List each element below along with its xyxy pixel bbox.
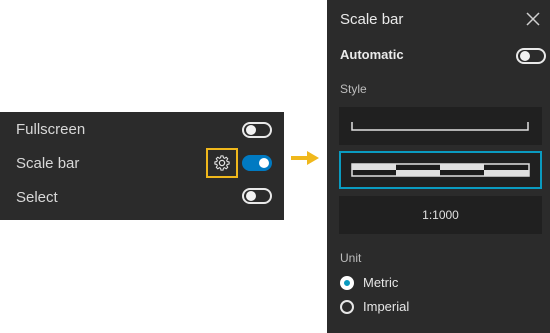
metric-label: Metric	[363, 275, 399, 290]
unit-option-metric[interactable]: Metric	[340, 275, 398, 290]
line-scale-bar-preview	[351, 122, 529, 131]
gear-icon	[214, 155, 230, 171]
widget-list-panel: Fullscreen Scale bar Select	[0, 112, 284, 220]
style-option-ratio[interactable]: 1:1000	[339, 196, 542, 234]
select-toggle[interactable]	[242, 188, 272, 204]
metric-radio[interactable]	[340, 275, 354, 290]
list-row-fullscreen: Fullscreen	[0, 113, 284, 145]
scale-bar-label: Scale bar	[16, 154, 80, 172]
panel-title: Scale bar	[340, 11, 404, 28]
close-icon[interactable]	[524, 10, 542, 28]
alternating-scale-bar-preview	[351, 163, 530, 177]
imperial-radio[interactable]	[340, 299, 354, 314]
unit-option-imperial[interactable]: Imperial	[340, 299, 409, 314]
unit-label: Unit	[340, 251, 362, 265]
scale-bar-settings-panel: Scale bar Automatic Style 1:1000 Unit Me…	[327, 0, 550, 333]
fullscreen-label: Fullscreen	[16, 120, 86, 138]
fullscreen-toggle[interactable]	[242, 122, 272, 138]
style-label: Style	[340, 82, 367, 96]
imperial-label: Imperial	[363, 299, 410, 314]
style-option-line[interactable]	[339, 107, 542, 145]
scale-bar-settings-button[interactable]	[206, 148, 238, 178]
ratio-text: 1:1000	[422, 208, 459, 222]
automatic-label: Automatic	[340, 47, 404, 62]
arrow-right-icon	[291, 151, 319, 165]
scale-bar-toggle[interactable]	[242, 155, 272, 171]
style-option-alternating[interactable]	[339, 151, 542, 189]
list-row-scale-bar: Scale bar	[0, 147, 284, 179]
automatic-toggle[interactable]	[516, 48, 546, 64]
select-label: Select	[16, 188, 58, 206]
list-row-select: Select	[0, 181, 284, 213]
